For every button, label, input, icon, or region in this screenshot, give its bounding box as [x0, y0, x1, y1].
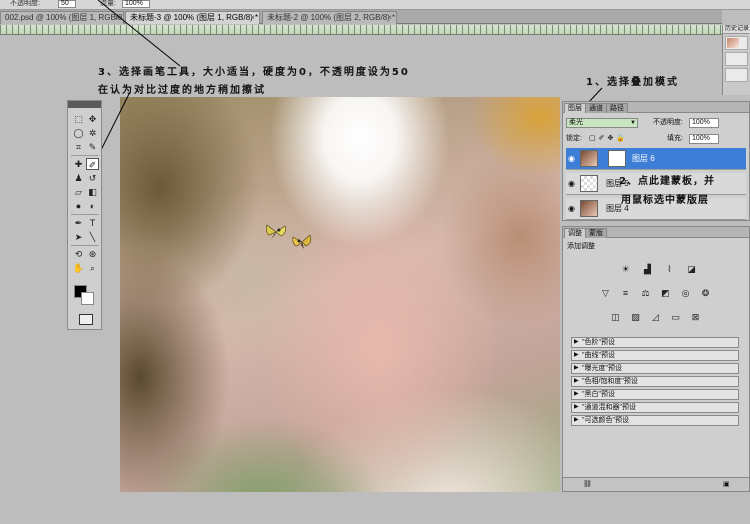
eraser-tool-icon[interactable]: ▱	[72, 186, 85, 198]
gradient-map-icon[interactable]: ▭	[669, 311, 682, 323]
color-balance-icon[interactable]: ⚖	[639, 287, 652, 299]
lock-label: 锁定:	[566, 135, 582, 142]
toolbox: ⬚ ✥ ◯ ✲ ⌗ ✎ ✚ ✐ ♟ ↺ ▱ ◧ ● ◐ ✒ T ➤ ╲ ⟲ ⊛ …	[67, 100, 102, 330]
dodge-tool-icon[interactable]: ◐	[86, 200, 99, 212]
annotation-step3-line2: 在认为对比过度的地方稍加擦试	[98, 85, 266, 96]
tab-channels[interactable]: 通道	[585, 103, 607, 113]
exposure-icon[interactable]: ◪	[685, 263, 698, 275]
layer-mask-thumbnail[interactable]	[608, 150, 626, 167]
adjustments-title: 添加调整	[567, 243, 595, 250]
3d-orbit-tool-icon[interactable]: ⊛	[86, 248, 99, 260]
adjustments-panel-tabs: 调整 蒙版	[563, 227, 749, 238]
fill-input[interactable]: 100%	[689, 134, 719, 144]
photo-filter-icon[interactable]: ◎	[679, 287, 692, 299]
expand-icon: ▶	[574, 378, 579, 384]
status-area	[0, 492, 750, 524]
vibrance-icon[interactable]: ▽	[599, 287, 612, 299]
gradient-tool-icon[interactable]: ◧	[86, 186, 99, 198]
lasso-tool-icon[interactable]: ◯	[72, 127, 85, 139]
eye-icon[interactable]: ◉	[568, 179, 575, 188]
selective-color-icon[interactable]: ⊠	[689, 311, 702, 323]
marquee-tool-icon[interactable]: ⬚	[72, 113, 85, 125]
divider	[71, 155, 99, 156]
expand-icon: ▶	[574, 404, 579, 410]
preset-black-white[interactable]: ▶ "黑白"预设	[571, 389, 739, 400]
annotation-step3-line1: 3、选择画笔工具，大小适当，硬度为0，不透明度设为50	[98, 67, 410, 78]
history-brush-tool-icon[interactable]: ↺	[86, 172, 99, 184]
path-selection-tool-icon[interactable]: ➤	[72, 231, 85, 243]
preset-curves[interactable]: ▶ "曲线"预设	[571, 350, 739, 361]
panel-bottom-bar: ⛓ ▣	[562, 477, 750, 492]
pen-tool-icon[interactable]: ✒	[72, 217, 85, 229]
eye-icon[interactable]: ◉	[568, 154, 575, 163]
lock-icons[interactable]: ▢✐✥🔒	[589, 134, 628, 144]
hue-saturation-icon[interactable]: ≡	[619, 287, 632, 299]
preset-hue-saturation[interactable]: ▶ "色相/饱和度"预设	[571, 376, 739, 387]
curves-icon[interactable]: ⌇	[663, 263, 676, 275]
quick-mask-icon[interactable]	[79, 314, 93, 325]
brightness-icon[interactable]: ☀	[619, 263, 632, 275]
eye-icon[interactable]: ◉	[568, 204, 575, 213]
preset-levels[interactable]: ▶ "色阶"预设	[571, 337, 739, 348]
channel-mixer-icon[interactable]: ❂	[699, 287, 712, 299]
blend-mode-select[interactable]: 柔光 ▼	[566, 118, 638, 128]
fill-label: 填充:	[667, 135, 683, 142]
preset-exposure[interactable]: ▶ "曝光度"预设	[571, 363, 739, 374]
black-white-icon[interactable]: ◩	[659, 287, 672, 299]
brush-tool-icon[interactable]: ✐	[86, 158, 99, 170]
threshold-icon[interactable]: ◿	[649, 311, 662, 323]
preset-channel-mixer[interactable]: ▶ "通道混和器"预设	[571, 402, 739, 413]
layers-panel-tabs: 图层 通道 路径	[563, 102, 749, 113]
levels-icon[interactable]: ▟	[641, 263, 654, 275]
layer-opacity-input[interactable]: 100%	[689, 118, 719, 128]
expand-icon: ▶	[574, 391, 579, 397]
delete-icon[interactable]: ▣	[723, 480, 730, 490]
zoom-tool-icon[interactable]: ⌕	[86, 262, 99, 274]
magic-wand-tool-icon[interactable]: ✲	[86, 127, 99, 139]
layer-name: 图层 6	[632, 154, 655, 163]
annotation-step2-line1: 2、点此建蒙板，并	[619, 176, 715, 187]
link-icon[interactable]: ⛓	[583, 480, 592, 490]
layer-thumbnail	[580, 200, 598, 217]
expand-icon: ▶	[574, 417, 579, 423]
crop-tool-icon[interactable]: ⌗	[72, 141, 85, 153]
posterize-icon[interactable]: ▨	[629, 311, 642, 323]
healing-brush-tool-icon[interactable]: ✚	[72, 158, 85, 170]
layer-row[interactable]: ◉ 图层 6	[566, 148, 746, 170]
clone-stamp-tool-icon[interactable]: ♟	[72, 172, 85, 184]
expand-icon: ▶	[574, 365, 579, 371]
hand-tool-icon[interactable]: ✋	[72, 262, 85, 274]
chevron-down-icon: ▼	[630, 120, 636, 126]
layer-opacity-label: 不透明度:	[653, 119, 683, 126]
tab-layers[interactable]: 图层	[564, 103, 586, 113]
move-tool-icon[interactable]: ✥	[86, 113, 99, 125]
line-tool-icon[interactable]: ╲	[86, 231, 99, 243]
layer-thumbnail	[580, 150, 598, 167]
expand-icon: ▶	[574, 352, 579, 358]
adjustments-panel: 调整 蒙版 添加调整 ☀ ▟ ⌇ ◪ ▽ ≡ ⚖ ◩ ◎ ❂ ◫ ▨ ◿ ▭ ⊠…	[562, 226, 750, 492]
3d-rotate-tool-icon[interactable]: ⟲	[72, 248, 85, 260]
invert-icon[interactable]: ◫	[609, 311, 622, 323]
eyedropper-tool-icon[interactable]: ✎	[86, 141, 99, 153]
annotation-step1: 1、选择叠加模式	[586, 77, 679, 88]
divider	[71, 214, 99, 215]
blur-tool-icon[interactable]: ●	[72, 200, 85, 212]
annotation-step2-line2: 用鼠标选中蒙版层	[621, 195, 709, 206]
tab-masks[interactable]: 蒙版	[585, 228, 607, 238]
tab-paths[interactable]: 路径	[606, 103, 628, 113]
layer-thumbnail	[580, 175, 598, 192]
divider	[71, 245, 99, 246]
tab-adjustments[interactable]: 调整	[564, 228, 586, 238]
toolbox-grip[interactable]	[68, 101, 101, 108]
background-color-swatch[interactable]	[81, 292, 94, 305]
expand-icon: ▶	[574, 339, 579, 345]
type-tool-icon[interactable]: T	[86, 217, 99, 229]
preset-selective-color[interactable]: ▶ "可选颜色"预设	[571, 415, 739, 426]
